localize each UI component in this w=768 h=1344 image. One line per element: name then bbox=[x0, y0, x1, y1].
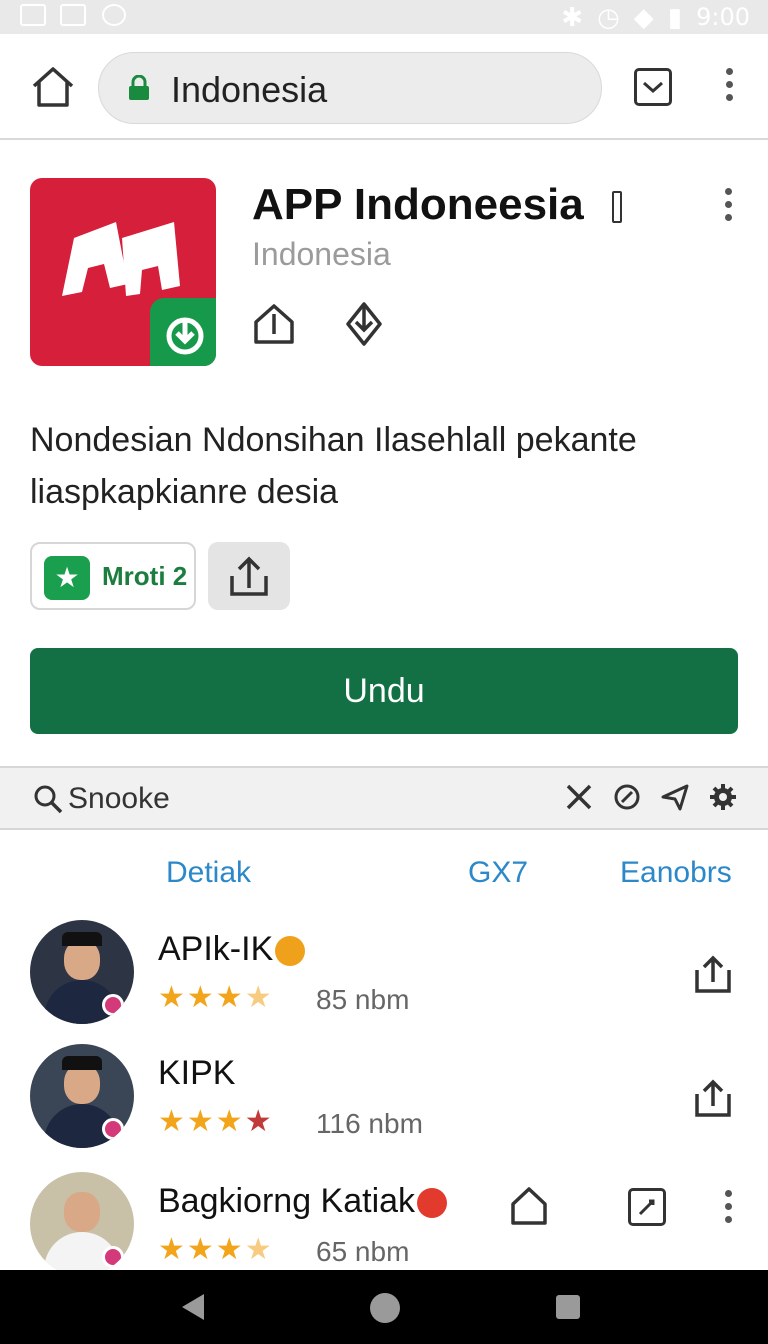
navigation-bar bbox=[0, 1270, 768, 1344]
chevron-down-icon bbox=[643, 81, 663, 94]
pencil-icon bbox=[638, 1199, 655, 1216]
tab-gx7[interactable]: GX7 bbox=[468, 856, 528, 890]
list-item-name: APIk-IK bbox=[158, 930, 306, 969]
back-icon[interactable] bbox=[182, 1294, 204, 1320]
upload-icon[interactable] bbox=[694, 1078, 732, 1118]
download-icon bbox=[166, 317, 204, 355]
list-item-name: KIPK bbox=[158, 1054, 236, 1092]
list-item-meta: 116 nbm bbox=[316, 1108, 423, 1139]
tabs-button[interactable] bbox=[634, 68, 672, 106]
tools-icon[interactable] bbox=[564, 782, 594, 812]
share-icon[interactable] bbox=[510, 1186, 548, 1226]
address-bar[interactable]: Indonesia bbox=[98, 52, 602, 124]
block-icon[interactable] bbox=[612, 782, 642, 812]
browser-menu-button[interactable] bbox=[720, 68, 738, 108]
rating-chip[interactable]: ★ Mroti 2 bbox=[30, 542, 196, 610]
url-text: Indonesia bbox=[171, 69, 328, 110]
app-icon bbox=[30, 178, 216, 366]
list-item-meta: 85 nbm bbox=[316, 984, 410, 1015]
add-notification-icon bbox=[102, 4, 126, 26]
cursor-icon bbox=[611, 191, 622, 224]
avatar bbox=[30, 1172, 134, 1276]
battery-icon: ▮ bbox=[667, 1, 683, 32]
lock-icon bbox=[129, 75, 149, 100]
download-button[interactable]: Undu bbox=[30, 648, 738, 734]
app-subtitle: Indonesia bbox=[252, 236, 391, 272]
list-item[interactable]: KIPK ★★★★ 116 nbm bbox=[0, 1044, 768, 1164]
verified-badge-icon bbox=[417, 1188, 448, 1219]
app-description: Nondesian Ndonsihan Ilasehlall pekante l… bbox=[30, 421, 637, 511]
bookmark-download-icon[interactable] bbox=[344, 300, 384, 348]
share-icon[interactable] bbox=[252, 302, 296, 346]
search-icon[interactable] bbox=[32, 783, 64, 815]
browser-toolbar: Indonesia bbox=[0, 34, 768, 140]
bluetooth-icon: ✱ bbox=[561, 1, 584, 32]
download-badge bbox=[150, 298, 216, 366]
rating-stars: ★★★★ bbox=[158, 980, 274, 1015]
list-item-name: Bagkiorng Katiak bbox=[158, 1182, 448, 1221]
list-item[interactable]: APIk-IK ★★★★ 85 nbm bbox=[0, 920, 768, 1040]
image-notification-icon bbox=[60, 4, 86, 26]
rating-chip-label: Mroti 2 bbox=[102, 561, 188, 591]
upload-icon bbox=[230, 556, 268, 596]
home-nav-icon[interactable] bbox=[370, 1293, 400, 1323]
app-menu-button[interactable] bbox=[718, 188, 738, 228]
tab-eanobrs[interactable]: Eanobrs bbox=[620, 856, 732, 890]
upload-icon[interactable] bbox=[694, 954, 732, 994]
home-icon[interactable] bbox=[30, 64, 76, 110]
status-bar: ✱ ◷ ◆ ▮ 9:00 bbox=[0, 0, 768, 34]
wifi-icon: ◆ bbox=[633, 1, 654, 32]
app-title: APP Indoneesia bbox=[252, 180, 622, 230]
gear-icon[interactable] bbox=[708, 782, 738, 812]
list-item-menu-button[interactable] bbox=[718, 1190, 738, 1230]
verified-badge-icon bbox=[275, 936, 306, 967]
star-badge-icon: ★ bbox=[44, 556, 90, 600]
search-input[interactable]: Snooke bbox=[68, 782, 170, 816]
avatar bbox=[30, 920, 134, 1024]
rating-stars: ★★★★ bbox=[158, 1232, 274, 1267]
rating-stars: ★★★★ bbox=[158, 1104, 274, 1139]
search-strip: Snooke bbox=[0, 766, 768, 830]
share-button[interactable] bbox=[208, 542, 290, 610]
tab-detiak[interactable]: Detiak bbox=[166, 856, 251, 890]
send-icon[interactable] bbox=[660, 782, 690, 812]
edit-icon[interactable] bbox=[628, 1188, 666, 1226]
clock: 9:00 bbox=[696, 3, 750, 31]
list-item-meta: 65 nbm bbox=[316, 1236, 410, 1267]
recents-icon[interactable] bbox=[556, 1295, 580, 1319]
avatar bbox=[30, 1044, 134, 1148]
notification-icon bbox=[20, 4, 46, 26]
alarm-icon: ◷ bbox=[597, 1, 620, 32]
